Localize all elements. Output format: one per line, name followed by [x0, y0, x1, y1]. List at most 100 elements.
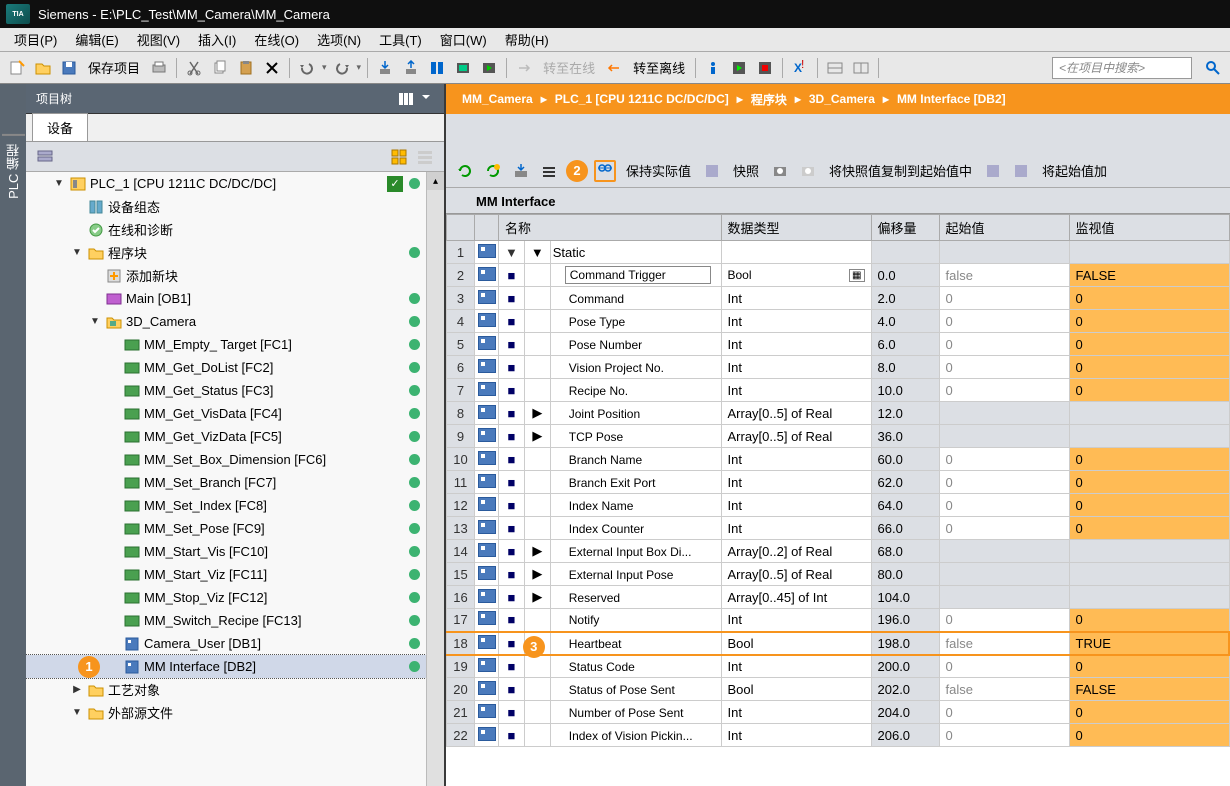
cell-name[interactable]: Static	[550, 241, 721, 264]
cell-start-value[interactable]	[939, 586, 1069, 609]
cell-type[interactable]: Bool	[721, 678, 871, 701]
col-start[interactable]: 起始值	[939, 215, 1069, 241]
table-row[interactable]: 18■3HeartbeatBool198.0falseTRUE	[447, 632, 1230, 655]
menu-item[interactable]: 编辑(E)	[67, 28, 126, 51]
cell-name[interactable]: Number of Pose Sent	[550, 701, 721, 724]
cell-name[interactable]: Pose Type	[550, 310, 721, 333]
cell-name[interactable]: Pose Number	[550, 333, 721, 356]
cell-type[interactable]: Array[0..5] of Real	[721, 563, 871, 586]
cell-name[interactable]: Status of Pose Sent	[550, 678, 721, 701]
copy-snap-button1[interactable]	[982, 160, 1004, 182]
expand-toggle[interactable]: ▶	[524, 402, 550, 425]
cell-type[interactable]: Int	[721, 701, 871, 724]
table-row[interactable]: 21■Number of Pose SentInt204.000	[447, 701, 1230, 724]
monitor-button[interactable]	[594, 160, 616, 182]
tree-view-button[interactable]	[388, 146, 410, 168]
cell-type[interactable]: Int	[721, 655, 871, 678]
tree-node[interactable]: 设备组态	[26, 195, 444, 218]
breadcrumb-item[interactable]: MM Interface [DB2]	[891, 92, 1012, 106]
col-name[interactable]: 名称	[499, 215, 722, 241]
tree-node[interactable]: ▼PLC_1 [CPU 1211C DC/DC/DC]✓	[26, 172, 444, 195]
expand-toggle[interactable]: ▼	[524, 241, 550, 264]
menu-item[interactable]: 项目(P)	[6, 28, 65, 51]
tree-node[interactable]: MM_Get_DoList [FC2]	[26, 356, 444, 379]
scroll-up-icon[interactable]: ▴	[427, 172, 444, 190]
cell-start-value[interactable]: 0	[939, 471, 1069, 494]
data-block-table[interactable]: 名称 数据类型 偏移量 起始值 监视值 1▼▼Static2■Command T…	[446, 213, 1230, 786]
cross-ref-button[interactable]: X!	[789, 57, 811, 79]
snapshot-button[interactable]	[769, 160, 791, 182]
table-row[interactable]: 20■Status of Pose SentBool202.0falseFALS…	[447, 678, 1230, 701]
expand-button[interactable]	[538, 160, 560, 182]
cell-name[interactable]: Reserved	[550, 586, 721, 609]
cell-name[interactable]: Index Name	[550, 494, 721, 517]
cell-type[interactable]: Int	[721, 287, 871, 310]
cell-type[interactable]: Bool	[721, 632, 871, 655]
open-project-button[interactable]	[32, 57, 54, 79]
cell-start-value[interactable]: 0	[939, 701, 1069, 724]
tree-node[interactable]: ▼3D_Camera	[26, 310, 444, 333]
table-row[interactable]: 10■Branch NameInt60.000	[447, 448, 1230, 471]
collapse-icon[interactable]	[418, 91, 434, 107]
breadcrumb-item[interactable]: MM_Camera	[456, 92, 539, 106]
tree-toggle-icon[interactable]: ▶	[70, 684, 84, 695]
cell-start-value[interactable]: false	[939, 678, 1069, 701]
cell-type[interactable]: Int	[721, 448, 871, 471]
load-start-button[interactable]	[510, 160, 532, 182]
table-row[interactable]: 19■Status CodeInt200.000	[447, 655, 1230, 678]
copy-snap-button2[interactable]	[1010, 160, 1032, 182]
tree-toggle-icon[interactable]: ▼	[70, 247, 84, 258]
redo-button[interactable]	[331, 57, 353, 79]
paste-button[interactable]	[235, 57, 257, 79]
cell-type[interactable]	[721, 241, 871, 264]
tree-node[interactable]: Camera_User [DB1]	[26, 632, 444, 655]
name-edit-input[interactable]: Command Trigger	[565, 266, 711, 284]
cell-start-value[interactable]: false	[939, 264, 1069, 287]
cell-type[interactable]: Array[0..45] of Int	[721, 586, 871, 609]
cell-name[interactable]: Notify	[550, 609, 721, 632]
cell-type[interactable]: Int	[721, 310, 871, 333]
expand-toggle[interactable]: ▶	[524, 540, 550, 563]
table-row[interactable]: 22■Index of Vision Pickin...Int206.000	[447, 724, 1230, 747]
breadcrumb-item[interactable]: 3D_Camera	[803, 92, 881, 106]
type-picker-icon[interactable]: ▦	[849, 269, 864, 282]
menu-item[interactable]: 选项(N)	[309, 28, 369, 51]
table-row[interactable]: 6■Vision Project No.Int8.000	[447, 356, 1230, 379]
cell-start-value[interactable]	[939, 241, 1069, 264]
cell-name[interactable]: Status Code	[550, 655, 721, 678]
start-cpu-button[interactable]	[728, 57, 750, 79]
tree-node[interactable]: MM_Stop_Viz [FC12]	[26, 586, 444, 609]
cell-name[interactable]: 3Heartbeat	[550, 632, 721, 655]
table-row[interactable]: 4■Pose TypeInt4.000	[447, 310, 1230, 333]
cell-name[interactable]: Command Trigger	[550, 264, 721, 287]
cell-type[interactable]: Array[0..5] of Real	[721, 402, 871, 425]
tree-node[interactable]: MM_Set_Branch [FC7]	[26, 471, 444, 494]
cell-type[interactable]: Int	[721, 494, 871, 517]
devices-tab[interactable]: 设备	[32, 113, 88, 141]
expand-toggle[interactable]: ▶	[524, 563, 550, 586]
tree-node[interactable]: MM_Start_Viz [FC11]	[26, 563, 444, 586]
menu-item[interactable]: 在线(O)	[246, 28, 307, 51]
cell-start-value[interactable]	[939, 402, 1069, 425]
breadcrumb-item[interactable]: 程序块	[745, 91, 793, 108]
table-row[interactable]: 1▼▼Static	[447, 241, 1230, 264]
cell-type[interactable]: Int	[721, 333, 871, 356]
cell-start-value[interactable]: 0	[939, 655, 1069, 678]
tree-node[interactable]: ▼程序块	[26, 241, 444, 264]
tree-toggle-icon[interactable]: ▼	[70, 707, 84, 718]
expand-toggle[interactable]: ▶	[524, 586, 550, 609]
reload-button[interactable]	[454, 160, 476, 182]
tree-node[interactable]: MM_Set_Index [FC8]	[26, 494, 444, 517]
cell-name[interactable]: Branch Exit Port	[550, 471, 721, 494]
menu-item[interactable]: 插入(I)	[190, 28, 244, 51]
table-row[interactable]: 7■Recipe No.Int10.000	[447, 379, 1230, 402]
cell-name[interactable]: Branch Name	[550, 448, 721, 471]
cell-start-value[interactable]	[939, 425, 1069, 448]
cell-name[interactable]: TCP Pose	[550, 425, 721, 448]
tree-toggle-icon[interactable]: ▼	[88, 316, 102, 327]
tree-node[interactable]: 1MM Interface [DB2]	[26, 655, 444, 678]
cell-start-value[interactable]: 0	[939, 724, 1069, 747]
cell-type[interactable]: Int	[721, 724, 871, 747]
tree-node[interactable]: MM_Set_Box_Dimension [FC6]	[26, 448, 444, 471]
menu-item[interactable]: 帮助(H)	[497, 28, 557, 51]
